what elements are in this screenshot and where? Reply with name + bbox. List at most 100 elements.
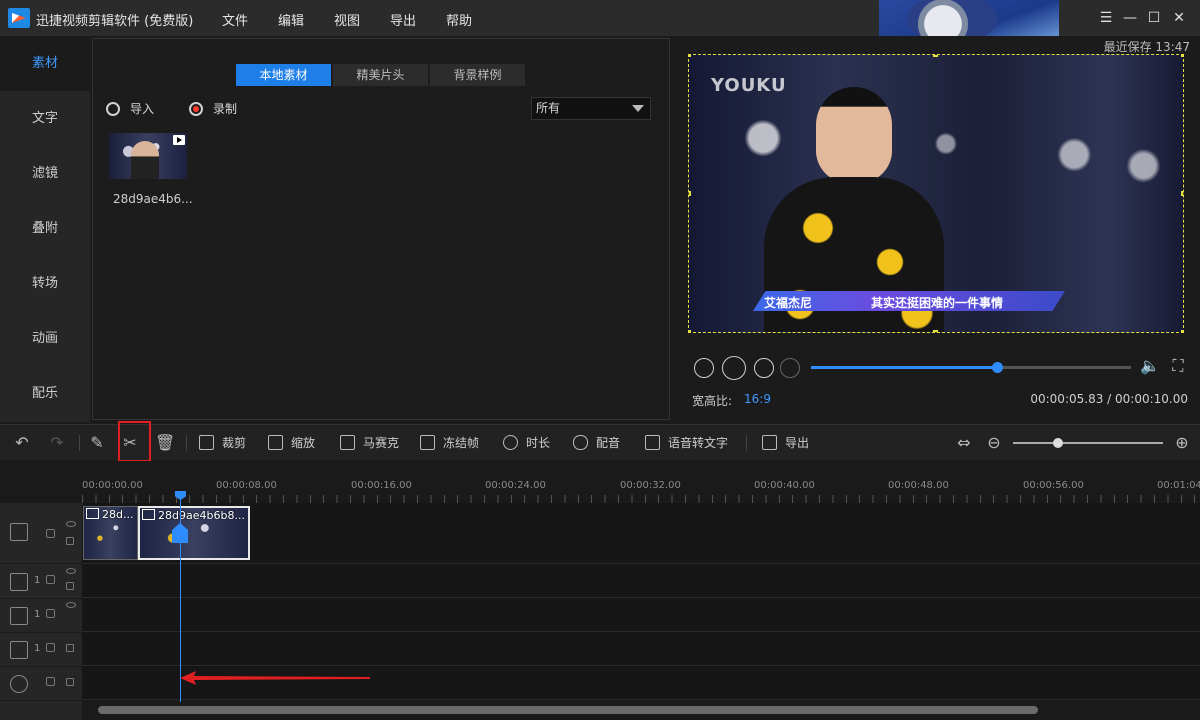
eye-icon[interactable] (66, 568, 76, 574)
speaker-icon[interactable] (66, 678, 74, 686)
track-headers: 1 1 1 (0, 503, 82, 720)
film-icon (10, 573, 28, 591)
progress-knob[interactable] (991, 362, 1003, 373)
resize-handle[interactable] (933, 330, 938, 332)
sidebar-item-text[interactable]: 文字 (0, 91, 90, 146)
overlay-track[interactable] (82, 564, 1200, 598)
speech-to-text-button[interactable]: 语音转文字 (645, 434, 728, 451)
play-icon[interactable] (722, 356, 746, 380)
lock-icon[interactable] (46, 575, 55, 584)
voiceover-button[interactable]: 配音 (573, 434, 620, 451)
close-icon[interactable]: ✕ (1170, 9, 1188, 27)
export-button[interactable]: 导出 (762, 434, 809, 451)
playback-progress[interactable] (811, 362, 1131, 373)
title-bar: 迅捷视频剪辑软件 (免费版) 文件 编辑 视图 导出 帮助 ☰ — ☐ ✕ (0, 0, 1200, 42)
duration-button[interactable]: 时长 (503, 434, 550, 451)
track-head-overlay: 1 (0, 565, 82, 599)
sidebar-item-music[interactable]: 配乐 (0, 366, 90, 421)
timeline-ruler[interactable]: 00:00:00.00 00:00:08.00 00:00:16.00 00:0… (82, 461, 1200, 503)
scrollbar-thumb[interactable] (98, 706, 1038, 714)
resize-handle[interactable] (1181, 330, 1183, 332)
resize-handle[interactable] (1181, 191, 1183, 196)
split-button-highlight (118, 421, 151, 462)
resize-handle[interactable] (689, 191, 691, 196)
zoom-button[interactable]: 缩放 (268, 434, 315, 451)
menu-edit[interactable]: 编辑 (278, 10, 304, 29)
menu-icon[interactable]: ☰ (1097, 9, 1115, 27)
main-video-track[interactable]: 28d... 28d9ae4b6b8... (82, 503, 1200, 564)
menu-help[interactable]: 帮助 (446, 10, 472, 29)
track-head-main-video (0, 503, 82, 564)
resize-handle[interactable] (689, 55, 691, 57)
undo-icon[interactable]: ↶ (12, 433, 32, 453)
speaker-icon[interactable] (66, 644, 74, 652)
lock-icon[interactable] (46, 529, 55, 538)
import-button[interactable]: 导入 (106, 100, 154, 117)
redo-icon[interactable]: ↷ (47, 433, 67, 453)
clock-icon (503, 435, 518, 450)
eye-icon[interactable] (66, 521, 76, 527)
delete-icon[interactable]: 🗑 (155, 433, 175, 453)
lock-icon[interactable] (46, 677, 55, 686)
timeline: 00:00:00.00 00:00:08.00 00:00:16.00 00:0… (0, 461, 1200, 720)
record-icon (189, 102, 203, 116)
next-frame-icon[interactable] (754, 358, 774, 378)
ruler-label: 00:00:00.00 (82, 480, 143, 491)
stop-icon[interactable] (780, 358, 800, 378)
ruler-label: 00:00:08.00 (216, 480, 277, 491)
timeline-clip-selected[interactable]: 28d9ae4b6b8... (138, 506, 250, 560)
video-preview[interactable]: YOUKU 艾福杰尼 其实还挺困难的一件事情 (688, 54, 1184, 333)
resize-handle[interactable] (1181, 55, 1183, 57)
timeline-zoom-slider[interactable] (1013, 438, 1163, 448)
aspect-ratio-value[interactable]: 16:9 (744, 392, 771, 406)
sidebar-item-animation[interactable]: 动画 (0, 311, 90, 366)
timeline-clip[interactable]: 28d... (83, 506, 138, 560)
lock-icon[interactable] (46, 643, 55, 652)
tab-intros[interactable]: 精美片头 (333, 64, 428, 86)
menu-file[interactable]: 文件 (222, 10, 248, 29)
freeze-frame-button[interactable]: 冻结帧 (420, 434, 479, 451)
resize-handle[interactable] (689, 330, 691, 332)
lock-icon[interactable] (46, 609, 55, 618)
tab-backgrounds[interactable]: 背景样例 (430, 64, 525, 86)
minimize-icon[interactable]: — (1121, 9, 1139, 27)
zoom-slider-knob[interactable] (1053, 438, 1063, 448)
fullscreen-icon[interactable]: ⛶ (1168, 356, 1188, 376)
tab-local-media[interactable]: 本地素材 (236, 64, 331, 86)
maximize-icon[interactable]: ☐ (1145, 9, 1163, 27)
timeline-scrollbar[interactable] (82, 702, 1200, 718)
eye-icon[interactable] (66, 602, 76, 608)
music-icon (10, 641, 28, 659)
text-track[interactable] (82, 598, 1200, 632)
track-head-text: 1 (0, 599, 82, 633)
sidebar-item-transitions[interactable]: 转场 (0, 256, 90, 311)
zoom-out-icon[interactable]: ⊖ (984, 433, 1004, 453)
edit-icon[interactable]: ✎ (87, 433, 107, 453)
video-badge-icon (173, 135, 185, 145)
volume-icon[interactable]: 🔈 (1140, 356, 1160, 376)
zoom-in-icon[interactable]: ⊕ (1172, 433, 1192, 453)
menu-export[interactable]: 导出 (390, 10, 416, 29)
record-button[interactable]: 录制 (189, 100, 237, 117)
track-head-voice (0, 667, 82, 701)
sidebar-item-overlays[interactable]: 叠附 (0, 201, 90, 256)
autosave-status: 最近保存 13:47 (1103, 40, 1190, 54)
sidebar-item-media[interactable]: 素材 (0, 36, 90, 91)
resize-handle[interactable] (933, 55, 938, 57)
menu-view[interactable]: 视图 (334, 10, 360, 29)
prev-frame-icon[interactable] (694, 358, 714, 378)
preview-area: 最近保存 13:47 YOUKU 艾福杰尼 其实还挺困难的一件事情 🔈 ⛶ 宽高… (672, 36, 1200, 422)
import-icon (106, 102, 120, 116)
speaker-icon[interactable] (66, 582, 74, 590)
sidebar-item-filters[interactable]: 滤镜 (0, 146, 90, 201)
speaker-icon[interactable] (66, 537, 74, 545)
mosaic-button[interactable]: 马赛克 (340, 434, 399, 451)
crop-button[interactable]: 裁剪 (199, 434, 246, 451)
film-icon (10, 523, 28, 541)
media-panel: 本地素材 精美片头 背景样例 导入 录制 所有 28d9ae4b6... (92, 38, 670, 420)
media-item-thumbnail[interactable] (109, 133, 187, 179)
fit-timeline-icon[interactable]: ⇔ (954, 433, 974, 453)
music-track[interactable] (82, 632, 1200, 666)
import-label: 导入 (130, 102, 155, 116)
filter-select[interactable]: 所有 (531, 97, 651, 120)
